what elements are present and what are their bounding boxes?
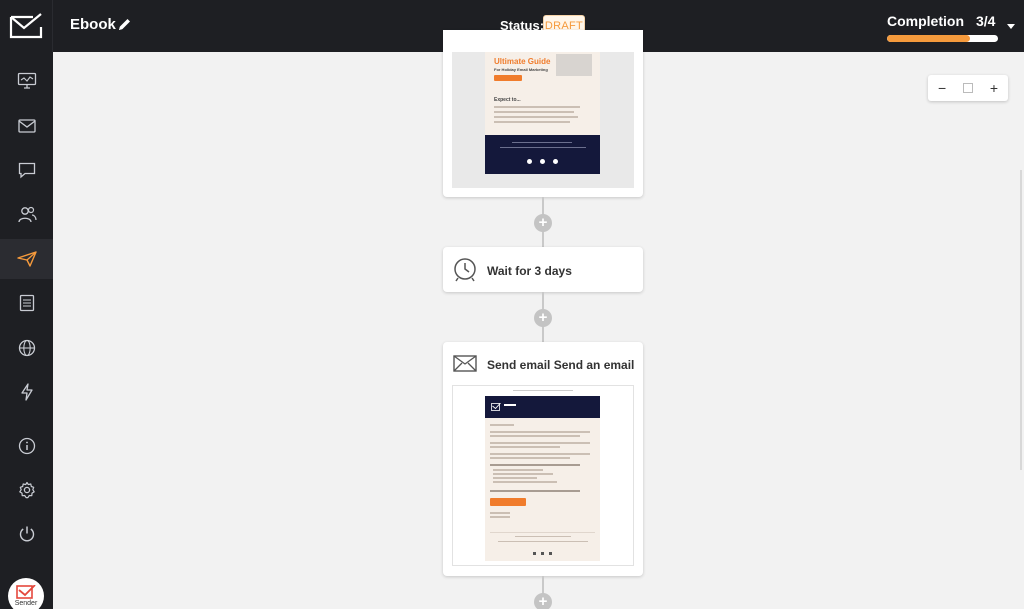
zoom-fit-button[interactable] (963, 83, 973, 93)
add-step-button[interactable]: + (534, 309, 552, 327)
email-preview-2[interactable] (452, 385, 634, 566)
sender-logo-icon (16, 585, 36, 599)
ebook-image (556, 54, 592, 76)
social-icon (549, 552, 552, 555)
sender-logo[interactable] (0, 0, 53, 52)
email-preview-cta (494, 75, 522, 81)
sidebar-item-subscribers[interactable] (0, 194, 53, 234)
text-line (490, 490, 580, 492)
info-icon (18, 437, 35, 455)
chat-icon (18, 162, 35, 178)
sender-logo-icon (491, 403, 501, 411)
power-icon (19, 526, 34, 542)
account-avatar[interactable]: Sender (8, 578, 44, 609)
email-preview-subheading: For Holiday Email Marketing (494, 67, 548, 72)
text-line (494, 121, 570, 123)
gear-icon (18, 481, 35, 499)
text-line (490, 512, 510, 514)
divider (490, 532, 595, 533)
social-icon (541, 552, 544, 555)
clock-icon (454, 258, 476, 282)
envelope-icon (453, 355, 477, 372)
completion-label: Completion (887, 13, 964, 29)
text-line (512, 142, 572, 143)
sidebar-item-help[interactable] (0, 426, 53, 466)
dashboard-icon (17, 72, 36, 89)
sidebar-item-logout[interactable] (0, 514, 53, 554)
campaign-title: Ebook (70, 16, 116, 33)
send-icon (16, 251, 37, 267)
text-line (513, 390, 573, 391)
sidebar-item-campaigns[interactable] (0, 106, 53, 146)
add-step-button[interactable]: + (534, 593, 552, 609)
send-email-step-label: Send email Send an email (487, 358, 635, 372)
sidebar-item-settings[interactable] (0, 470, 53, 510)
text-line (494, 106, 580, 108)
sidebar-item-sites[interactable] (0, 328, 53, 368)
email-preview-footer (485, 135, 600, 174)
sidebar-item-messages[interactable] (0, 150, 53, 190)
email-preview-header (485, 396, 600, 418)
text-line (490, 516, 510, 518)
text-line (490, 457, 570, 459)
text-line (493, 481, 557, 483)
text-line (490, 424, 514, 426)
text-line (490, 442, 590, 444)
completion-progress-fill (887, 35, 971, 42)
text-line (515, 536, 571, 537)
subscribers-icon (17, 206, 37, 222)
social-icon (527, 159, 532, 164)
email-preview-1[interactable]: Ultimate Guide For Holiday Email Marketi… (452, 52, 634, 188)
edit-pencil-icon[interactable] (117, 17, 132, 32)
zoom-out-button[interactable]: − (938, 80, 946, 96)
social-icon (540, 159, 545, 164)
text-line (500, 147, 586, 148)
text-line (490, 464, 580, 466)
zoom-in-button[interactable]: + (990, 80, 998, 96)
social-icon (533, 552, 536, 555)
sidebar-item-automations[interactable] (0, 372, 53, 412)
avatar-label: Sender (14, 600, 38, 607)
wait-step-card[interactable]: Wait for 3 days (443, 247, 643, 292)
text-line (494, 111, 574, 113)
completion-count: 3/4 (976, 13, 996, 29)
sidebar-item-dashboard[interactable] (0, 61, 53, 101)
sidebar-item-automation-send[interactable] (0, 239, 53, 279)
envelope-check-icon (9, 13, 43, 39)
completion-dropdown-chevron-icon[interactable] (1007, 24, 1015, 29)
text-line (490, 431, 590, 433)
text-line (490, 446, 560, 448)
text-line (494, 116, 578, 118)
text-line (493, 477, 537, 479)
add-step-button[interactable]: + (534, 214, 552, 232)
forms-icon (19, 294, 34, 312)
logo-wordmark (504, 404, 516, 406)
globe-icon (18, 339, 35, 357)
canvas-scrollbar[interactable] (1020, 170, 1022, 470)
email-preview-cta (490, 498, 526, 506)
mail-icon (17, 119, 36, 133)
text-line (490, 453, 590, 455)
text-line (493, 473, 553, 475)
zoom-controls: − + (928, 75, 1008, 101)
social-icon (553, 159, 558, 164)
email-preview-section-title: Expect to... (494, 97, 521, 103)
email-preview-heading: Ultimate Guide (494, 57, 551, 66)
lightning-icon (20, 383, 33, 401)
text-line (493, 469, 543, 471)
completion-progress-bar (887, 35, 998, 42)
text-line (490, 435, 580, 437)
sidebar (0, 52, 53, 609)
text-line (498, 541, 588, 542)
sidebar-item-forms[interactable] (0, 283, 53, 323)
wait-step-label: Wait for 3 days (487, 264, 572, 278)
